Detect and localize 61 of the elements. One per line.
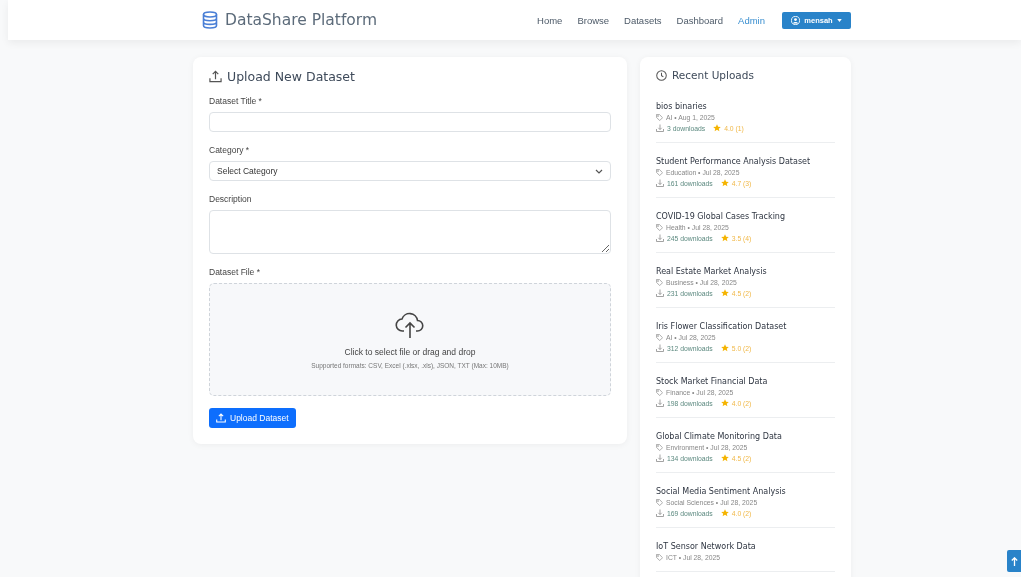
category-select[interactable]: Select Category bbox=[209, 161, 611, 181]
dataset-title-link[interactable]: Global Climate Monitoring Data bbox=[656, 432, 835, 441]
download-icon bbox=[656, 344, 664, 352]
database-icon bbox=[202, 11, 218, 29]
download-icon bbox=[656, 509, 664, 517]
tag-icon bbox=[656, 389, 663, 396]
dataset-title-link[interactable]: IoT Sensor Network Data bbox=[656, 542, 835, 551]
nav-link[interactable]: Admin bbox=[738, 14, 765, 26]
download-icon bbox=[656, 234, 664, 242]
star-icon bbox=[720, 234, 729, 242]
star-icon bbox=[720, 454, 729, 462]
star-icon bbox=[720, 179, 729, 187]
drop-prompt: Click to select file or drag and drop bbox=[344, 346, 476, 357]
download-icon bbox=[656, 289, 664, 297]
download-icon bbox=[656, 454, 664, 462]
form-title: Upload New Dataset bbox=[227, 69, 355, 84]
dataset-title-link[interactable]: Student Performance Analysis Dataset bbox=[656, 157, 835, 166]
upload-dataset-button[interactable]: Upload Dataset bbox=[209, 408, 296, 428]
tag-icon bbox=[656, 279, 663, 286]
field-label: Dataset File * bbox=[209, 267, 262, 277]
download-icon bbox=[656, 179, 664, 187]
tag-icon bbox=[656, 334, 663, 341]
star-icon bbox=[713, 124, 722, 132]
nav-link[interactable]: Datasets bbox=[624, 14, 662, 26]
download-icon bbox=[656, 124, 664, 132]
arrow-up-icon bbox=[1010, 556, 1018, 566]
field-label: Description bbox=[209, 194, 253, 204]
tag-icon bbox=[656, 169, 663, 176]
field-label: Dataset Title * bbox=[209, 96, 263, 106]
star-icon bbox=[720, 344, 729, 352]
dataset-title-link[interactable]: bios binaries bbox=[656, 102, 835, 111]
dataset-title-link[interactable]: COVID-19 Global Cases Tracking bbox=[656, 212, 835, 221]
chevron-down-icon bbox=[595, 168, 603, 174]
title-input-field[interactable] bbox=[209, 112, 611, 132]
user-icon bbox=[791, 15, 801, 25]
tag-icon bbox=[656, 554, 663, 561]
upload-icon bbox=[209, 70, 222, 83]
tag-icon bbox=[656, 444, 663, 451]
tag-icon bbox=[656, 499, 663, 506]
recent-uploads-title: Recent Uploads bbox=[672, 69, 754, 81]
clock-icon bbox=[656, 69, 667, 81]
brand-name[interactable]: DataShare Platform bbox=[225, 11, 378, 29]
upload-icon bbox=[216, 413, 226, 423]
tag-icon bbox=[656, 114, 663, 121]
tag-icon bbox=[656, 224, 663, 231]
description-field[interactable] bbox=[209, 210, 611, 254]
cloud-upload-icon bbox=[395, 310, 425, 339]
nav-link[interactable]: Home bbox=[537, 14, 563, 26]
star-icon bbox=[720, 289, 729, 297]
download-icon bbox=[656, 399, 664, 407]
star-icon bbox=[720, 509, 729, 517]
dataset-title-link[interactable]: Social Media Sentiment Analysis bbox=[656, 487, 835, 496]
dataset-title-link[interactable]: Iris Flower Classification Dataset bbox=[656, 322, 835, 331]
field-label: Category * bbox=[209, 145, 251, 155]
nav-link[interactable]: Browse bbox=[577, 14, 610, 26]
dataset-title-link[interactable]: Stock Market Financial Data bbox=[656, 377, 835, 386]
nav-link[interactable]: Dashboard bbox=[676, 14, 724, 26]
dataset-title-link[interactable]: Real Estate Market Analysis bbox=[656, 267, 835, 276]
scroll-to-top-button[interactable] bbox=[1007, 550, 1021, 572]
caret-icon bbox=[836, 18, 842, 22]
star-icon bbox=[720, 399, 729, 407]
